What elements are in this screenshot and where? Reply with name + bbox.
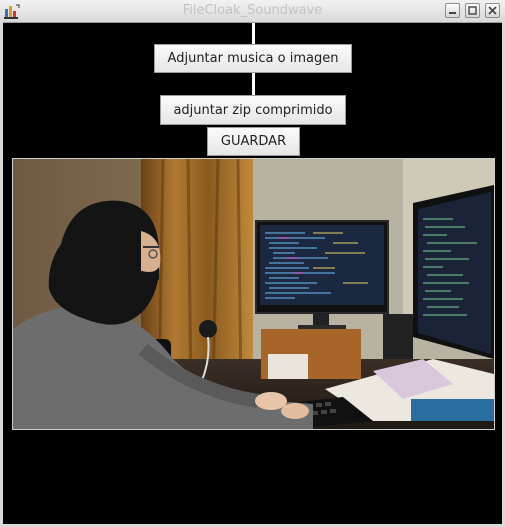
window-title: FileCloak_Soundwave — [182, 3, 323, 18]
minimize-button[interactable] — [445, 3, 460, 18]
close-icon — [488, 6, 497, 15]
photo-hooded-person-at-computer — [13, 159, 494, 429]
save-button[interactable]: GUARDAR — [207, 127, 300, 156]
close-button[interactable] — [485, 3, 500, 18]
image-preview — [12, 158, 495, 430]
maximize-icon — [468, 6, 477, 15]
minimize-icon — [449, 12, 456, 14]
attach-zip-button[interactable]: adjuntar zip comprimido — [160, 95, 346, 125]
attach-media-button[interactable]: Adjuntar musica o imagen — [154, 44, 352, 73]
maximize-button[interactable] — [465, 3, 480, 18]
title-bar: FileCloak_Soundwave — [0, 0, 505, 23]
connector-line — [252, 73, 255, 95]
connector-line — [252, 23, 255, 44]
